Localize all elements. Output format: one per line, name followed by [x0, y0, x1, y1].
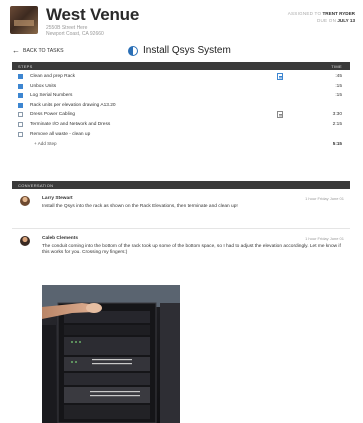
step-time: :15 [335, 83, 342, 89]
due-value: JULY 13 [337, 18, 355, 23]
steps-header: STEPS TIME [12, 62, 350, 70]
step-time: 2:15 [332, 121, 342, 127]
step-row[interactable]: Rack units per elevation drawing A13.20 [12, 101, 350, 111]
message-text: Install the Qsys into the rack as shown … [42, 204, 238, 209]
assigned-label: ASSIGNED TO [287, 11, 322, 16]
message-divider [12, 228, 350, 229]
step-label: Remove all waste - clean up [30, 131, 91, 137]
due-label: DUE ON [317, 18, 337, 23]
message-author[interactable]: Larry Stewart [42, 196, 73, 201]
step-time: :45 [335, 74, 342, 79]
message-text: The conduit coming into the bottom of th… [42, 244, 341, 256]
title-bar: ← BACK TO TASKS Install Qsys System [0, 45, 363, 59]
step-checkbox[interactable] [18, 102, 23, 108]
document-icon[interactable] [277, 111, 283, 119]
back-to-tasks-link[interactable]: ← BACK TO TASKS [12, 47, 64, 55]
steps-list: Clean and prep Rack:45 Unbox Units:15 Log … [12, 72, 350, 149]
add-step-button[interactable]: + Add Step [34, 141, 57, 146]
message-timestamp: 1 hour Friday June 01 [305, 236, 344, 241]
venue-header: West Venue 2550B Street Here Newport Coa… [0, 0, 363, 44]
step-checkbox[interactable] [18, 83, 23, 89]
rack-photo[interactable] [42, 285, 180, 423]
message: Larry Stewart 1 hour Friday June 01 Inst… [12, 195, 350, 223]
task-title: Install Qsys System [128, 45, 231, 56]
step-row[interactable]: Log Serial Numbers :15 [12, 91, 350, 101]
step-label: Dress Power Cabling [30, 112, 76, 118]
step-label: Clean and prep Rack [30, 74, 76, 79]
message-author[interactable]: Caleb Clements [42, 236, 78, 241]
step-checkbox[interactable] [18, 93, 23, 99]
back-label: BACK TO TASKS [23, 48, 64, 54]
step-time: 3:30 [332, 112, 342, 118]
document-icon[interactable] [277, 73, 283, 80]
step-row[interactable]: Unbox Units :15 [12, 82, 350, 92]
message-timestamp: 1 hour Friday June 01 [305, 196, 344, 201]
step-checkbox[interactable] [18, 112, 23, 118]
arrow-left-icon: ← [12, 46, 20, 55]
step-label: Rack units per elevation drawing A13.20 [30, 102, 116, 108]
step-time: :15 [335, 93, 342, 99]
add-step-row: + Add Step 5:15 [12, 139, 350, 149]
step-row[interactable]: Terminate I/O and Network and Dress 2:15 [12, 120, 350, 130]
conversation-header-label: CONVERSATION [18, 183, 54, 188]
conversation-header: CONVERSATION [12, 181, 350, 189]
step-label: Terminate I/O and Network and Dress [30, 121, 111, 127]
step-label: Unbox Units [30, 83, 57, 89]
task-name: Install Qsys System [143, 45, 231, 56]
assigned-value[interactable]: TRENT RYDER [323, 11, 356, 16]
avatar[interactable] [20, 236, 30, 246]
message: Caleb Clements 1 hour Friday June 01 The… [12, 235, 350, 285]
half-circle-status-icon [128, 45, 138, 56]
step-checkbox[interactable] [18, 74, 23, 79]
assignment-info: ASSIGNED TO TRENT RYDER DUE ON JULY 13 [288, 10, 355, 24]
step-label: Log Serial Numbers [30, 93, 73, 99]
venue-address-line2: Newport Coast, CA 92660 [46, 31, 104, 37]
avatar[interactable] [20, 196, 30, 206]
step-checkbox[interactable] [18, 131, 23, 137]
steps-column-header: STEPS [18, 64, 33, 69]
time-column-header: TIME [331, 64, 342, 69]
rack-photo-image [42, 285, 180, 423]
venue-thumbnail [10, 6, 38, 34]
step-checkbox[interactable] [18, 121, 23, 127]
step-row[interactable]: Dress Power Cabling 3:30 [12, 110, 350, 120]
total-time: 5:15 [332, 141, 342, 147]
task-detail-page: West Venue 2550B Street Here Newport Coa… [0, 0, 363, 423]
step-row[interactable]: Remove all waste - clean up [12, 130, 350, 140]
venue-name: West Venue [46, 5, 140, 24]
step-row[interactable]: Clean and prep Rack :45 [12, 72, 350, 82]
